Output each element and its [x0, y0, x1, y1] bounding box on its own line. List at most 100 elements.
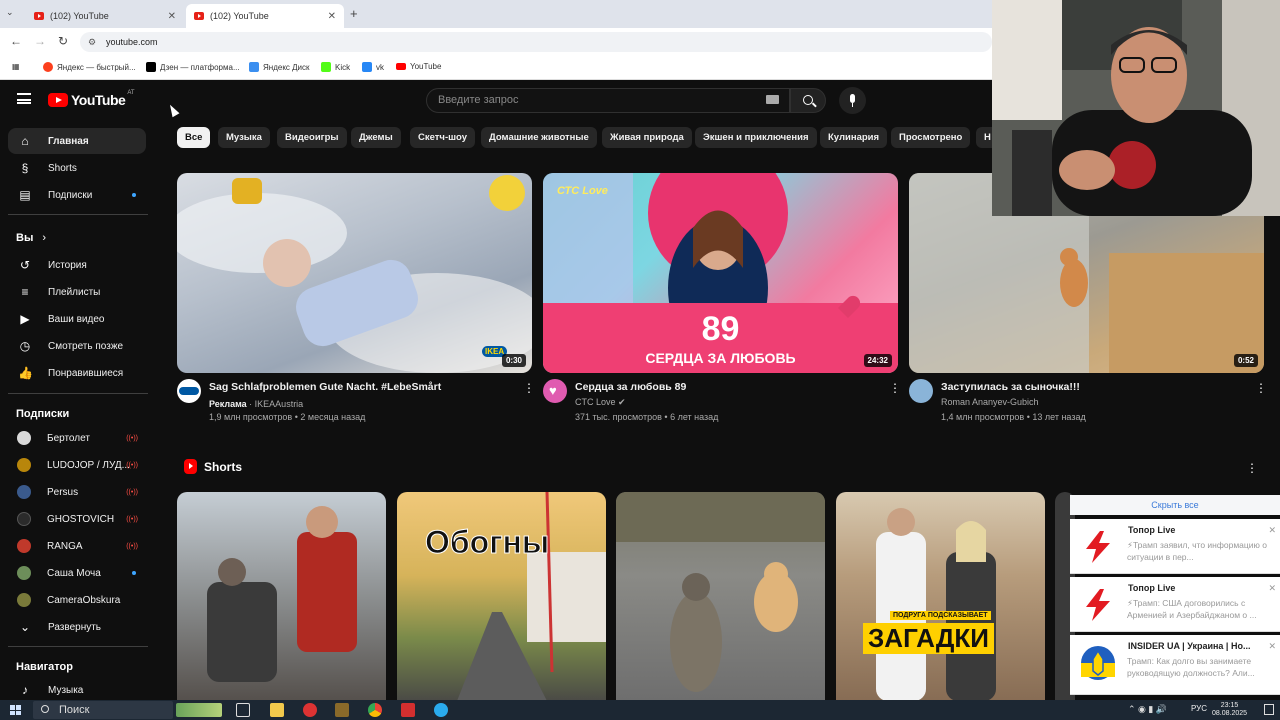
sidebar-item-your-videos[interactable]: ▶ Ваши видео — [8, 306, 146, 332]
search-input[interactable]: Введите запрос — [426, 88, 790, 113]
browser-tab-active[interactable]: (102) YouTube ✕ — [186, 4, 344, 28]
bookmark-kick[interactable]: Kick — [321, 62, 350, 72]
more-options-icon[interactable]: ⋮ — [889, 381, 901, 395]
channel-avatar[interactable] — [177, 379, 201, 403]
youtube-icon — [396, 63, 406, 70]
youtube-logo[interactable]: YouTube AT — [48, 90, 135, 108]
url-input[interactable]: youtube.com — [80, 32, 992, 52]
new-tab-icon[interactable]: + — [350, 6, 358, 21]
voice-search-icon[interactable] — [839, 87, 866, 114]
hamburger-menu-icon[interactable] — [17, 93, 31, 104]
webcam-image — [992, 0, 1280, 216]
more-options-icon[interactable]: ⋮ — [1246, 461, 1258, 475]
sidebar-item-home[interactable]: ⌂ Главная — [8, 128, 146, 154]
sidebar-expand[interactable]: ⌄ Развернуть — [8, 614, 146, 640]
language-indicator[interactable]: РУС — [1191, 704, 1207, 713]
clock[interactable]: 23:15 08.08.2025 — [1212, 702, 1247, 718]
search-button[interactable] — [790, 88, 826, 113]
file-explorer-icon[interactable] — [270, 703, 284, 717]
notification[interactable]: INSIDER UA | Украина | Но... Трамп: Как … — [1070, 635, 1280, 695]
sidebar-channel[interactable]: Саша Мочa — [8, 560, 146, 586]
reload-icon[interactable]: ↻ — [58, 34, 68, 48]
sidebar-channel[interactable]: LUDOJOP / ЛУД... ((•)) — [8, 452, 146, 478]
back-icon[interactable]: ← — [10, 34, 22, 48]
channel-avatar[interactable]: ♥ — [543, 379, 567, 403]
shorts-icon — [184, 459, 197, 474]
close-icon[interactable]: ✕ — [1268, 583, 1276, 594]
short-thumbnail[interactable]: ПОДРУГА ПОДСКАЗЫВАЕТ ЗАГАДКИ — [836, 492, 1045, 701]
site-info-icon[interactable]: ⚙ — [88, 37, 96, 48]
sidebar-channel[interactable]: Persus ((•)) — [8, 479, 146, 505]
sidebar-channel[interactable]: GHOSTOVICH ((•)) — [8, 506, 146, 532]
video-title[interactable]: Заступилась за сыночка!!! — [941, 381, 1080, 393]
notification-center-icon[interactable] — [1264, 704, 1274, 715]
chip[interactable]: Просмотрено — [891, 127, 971, 148]
forward-icon[interactable]: → — [34, 34, 46, 48]
video-channel[interactable]: CTC Love ✔ — [575, 397, 626, 408]
keyboard-icon[interactable] — [766, 95, 779, 104]
task-view-icon[interactable] — [236, 703, 250, 717]
chip[interactable]: Кулинария — [820, 127, 888, 148]
tray-icons[interactable]: ⌃ ◉ ▮ 🔊 — [1128, 704, 1167, 715]
telegram-icon[interactable] — [434, 703, 448, 717]
chip[interactable]: Джемы — [351, 127, 401, 148]
bookmark-yandex-disk[interactable]: Яндекс Диск — [249, 62, 310, 72]
tab-list-chevron-icon[interactable]: ⌄ — [6, 7, 14, 18]
chip-all[interactable]: Все — [177, 127, 211, 148]
app-icon[interactable] — [303, 703, 317, 717]
chip[interactable]: Живая природа — [602, 127, 692, 148]
video-thumbnail[interactable]: СТС Love 89 СЕРДЦА ЗА ЛЮБОВЬ 24:32 — [543, 173, 898, 373]
chip[interactable]: Экшен и приключения — [695, 127, 817, 148]
short-subcaption: ПОДРУГА ПОДСКАЗЫВАЕТ — [890, 611, 991, 620]
apps-grid-icon[interactable]: ▦ — [12, 62, 20, 71]
short-thumbnail[interactable] — [616, 492, 825, 701]
sidebar-channel[interactable]: Бертолет ((•)) — [8, 425, 146, 451]
browser-tab[interactable]: (102) YouTube ✕ — [26, 4, 184, 28]
tab-title: (102) YouTube — [50, 11, 109, 21]
notification[interactable]: Топор Live ⚡Трамп: США договорились с Ар… — [1070, 577, 1280, 632]
app-icon[interactable] — [335, 703, 349, 717]
sidebar-channel[interactable]: RANGA ((•)) — [8, 533, 146, 559]
video-channel[interactable]: Реклама · IKEAAustria — [209, 399, 303, 409]
ikea-avatar-icon — [179, 387, 199, 395]
short-thumbnail[interactable] — [177, 492, 386, 701]
tab-close-icon[interactable]: ✕ — [328, 11, 336, 22]
notification[interactable]: Топор Live ⚡Трамп заявил, что информацию… — [1070, 519, 1280, 574]
chip[interactable]: Скетч-шоу — [410, 127, 475, 148]
close-icon[interactable]: ✕ — [1268, 525, 1276, 536]
video-title[interactable]: Sag Schlafproblemen Gute Nacht. #LebeSmå… — [209, 381, 441, 393]
windows-start-icon[interactable] — [10, 705, 22, 715]
chip[interactable]: Видеоигры — [277, 127, 347, 148]
app-icon[interactable] — [401, 703, 415, 717]
video-title[interactable]: Сердца за любовь 89 — [575, 381, 686, 393]
hide-all-notifications-button[interactable]: Скрыть все — [1070, 495, 1280, 515]
channel-avatar[interactable] — [909, 379, 933, 403]
video-thumbnail[interactable]: IKEA 0:30 — [177, 173, 532, 373]
video-channel[interactable]: Roman Ananyev-Gubich — [941, 397, 1039, 407]
close-icon[interactable]: ✕ — [1268, 641, 1276, 652]
tab-title: (102) YouTube — [210, 11, 269, 21]
notification-message: ⚡Трамп: США договорились с Арменией и Аз… — [1127, 598, 1257, 620]
bookmark-vk[interactable]: vk — [362, 62, 384, 72]
sidebar-item-watch-later[interactable]: ◷ Смотреть позже — [8, 333, 146, 359]
sidebar-item-subscriptions[interactable]: ▤ Подписки — [8, 182, 146, 208]
sidebar-item-liked[interactable]: 👍 Понравившиеся — [8, 360, 146, 386]
short-thumbnail[interactable]: Обогны — [397, 492, 606, 701]
sidebar-you-header[interactable]: Вы › — [16, 232, 46, 244]
sidebar-item-history[interactable]: ↺ История — [8, 252, 146, 278]
chip[interactable]: Домашние животные — [481, 127, 597, 148]
sidebar-item-shorts[interactable]: § Shorts — [8, 155, 146, 181]
more-options-icon[interactable]: ⋮ — [523, 381, 535, 395]
bookmark-youtube[interactable]: YouTube — [396, 62, 441, 71]
sidebar-item-playlists[interactable]: ≡ Плейлисты — [8, 279, 146, 305]
sidebar-channel[interactable]: CameraObskura — [8, 587, 146, 613]
search-highlight-icon[interactable] — [176, 703, 222, 717]
tab-close-icon[interactable]: ✕ — [168, 11, 176, 22]
bookmark-dzen[interactable]: Дзен — платформа... — [146, 62, 240, 72]
chip[interactable]: Музыка — [218, 127, 270, 148]
more-options-icon[interactable]: ⋮ — [1255, 381, 1267, 395]
taskbar-search[interactable]: Поиск — [33, 701, 173, 719]
chrome-icon[interactable] — [368, 703, 382, 717]
sidebar-divider — [8, 393, 148, 394]
bookmark-yandex[interactable]: Яндекс — быстрый... — [43, 62, 136, 72]
